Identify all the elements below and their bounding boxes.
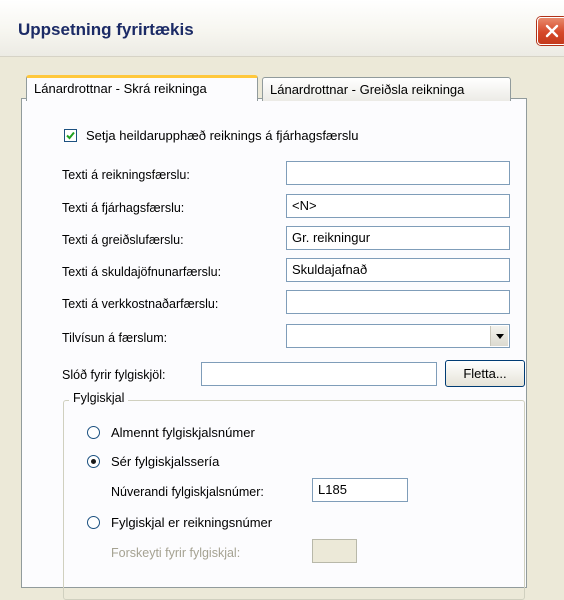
radio-general-number-row[interactable]: Almennt fylgiskjalsnúmer xyxy=(87,423,255,441)
radio-invoice-number-label: Fylgiskjal er reikningsnúmer xyxy=(111,514,273,530)
attachments-path-label: Slóð fyrir fylgiskjöl: xyxy=(62,368,166,382)
project-cost-entry-text-label: Texti á verkkostnaðarfærslu: xyxy=(62,297,219,311)
radio-separate-series-label: Sér fylgiskjalssería xyxy=(111,453,220,469)
payment-entry-text-label: Texti á greiðslufærslu: xyxy=(62,233,184,247)
tab-greidsla-reikninga[interactable]: Lánardrottnar - Greiðsla reikninga xyxy=(262,77,511,101)
project-cost-entry-text-input[interactable] xyxy=(286,290,510,314)
payment-entry-text-input[interactable]: Gr. reikningur xyxy=(286,226,510,250)
reference-label: Tilvísun á færslum: xyxy=(62,331,168,345)
close-button[interactable] xyxy=(537,17,564,45)
check-icon xyxy=(66,131,75,139)
attachments-path-input[interactable] xyxy=(201,362,437,386)
total-amount-checkbox[interactable] xyxy=(64,128,77,142)
offset-entry-text-label: Texti á skuldajöfnunarfærslu: xyxy=(62,265,222,279)
reference-select[interactable] xyxy=(286,324,510,348)
radio-general-number-label: Almennt fylgiskjalsnúmer xyxy=(111,424,255,440)
offset-entry-text-input[interactable]: Skuldajafnað xyxy=(286,258,510,282)
prefix-label: Forskeyti fyrir fylgiskjal: xyxy=(111,546,241,560)
invoice-entry-text-input[interactable] xyxy=(286,161,510,185)
browse-button[interactable]: Fletta... xyxy=(445,360,525,387)
current-number-label: Núverandi fylgiskjalsnúmer: xyxy=(111,485,264,499)
ledger-entry-text-input[interactable]: <N> xyxy=(286,194,510,218)
radio-general-number[interactable] xyxy=(87,425,100,439)
ledger-entry-text-label: Texti á fjárhagsfærslu: xyxy=(62,201,185,215)
title-bar: Uppsetning fyrirtækis xyxy=(0,0,564,57)
invoice-entry-text-label: Texti á reikningsfærslu: xyxy=(62,168,190,182)
tab-skra-reikninga[interactable]: Lánardrottnar - Skrá reikninga xyxy=(26,75,258,101)
radio-invoice-number-row[interactable]: Fylgiskjal er reikningsnúmer xyxy=(87,513,272,531)
chevron-down-icon[interactable] xyxy=(490,326,508,346)
radio-separate-series[interactable] xyxy=(87,454,100,468)
radio-separate-series-row[interactable]: Sér fylgiskjalssería xyxy=(87,452,219,470)
prefix-input xyxy=(312,539,357,563)
close-icon xyxy=(545,24,559,38)
attachment-group-title: Fylgiskjal xyxy=(69,391,129,405)
current-number-input[interactable]: L185 xyxy=(312,478,408,502)
total-amount-checkbox-row[interactable]: Setja heildarupphæð reiknings á fjárhags… xyxy=(64,126,358,144)
radio-invoice-number[interactable] xyxy=(87,515,100,529)
window-title: Uppsetning fyrirtækis xyxy=(18,20,194,39)
total-amount-checkbox-label: Setja heildarupphæð reiknings á fjárhags… xyxy=(86,127,359,143)
